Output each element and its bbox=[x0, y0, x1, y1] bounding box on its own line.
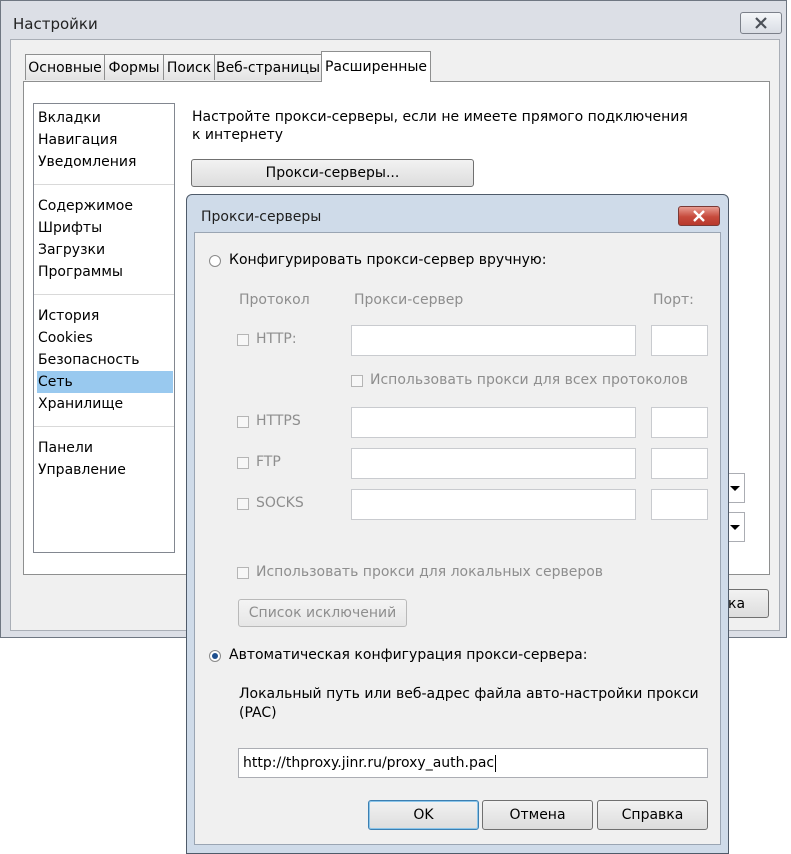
pac-description: Локальный путь или веб-адрес файла авто-… bbox=[239, 686, 699, 721]
ftp-port-field[interactable] bbox=[651, 448, 708, 479]
help-button[interactable]: Справка bbox=[597, 800, 708, 830]
http-checkbox[interactable] bbox=[237, 334, 249, 346]
category-item-downloads[interactable]: Загрузки bbox=[37, 239, 173, 261]
use-for-all-label: Использовать прокси для всех протоколов bbox=[370, 372, 689, 388]
socks-checkbox[interactable] bbox=[237, 498, 249, 510]
use-for-local-label: Использовать прокси для локальных сервер… bbox=[256, 564, 604, 580]
category-item-network[interactable]: Сеть bbox=[37, 371, 173, 393]
window-title: Настройки bbox=[13, 15, 98, 33]
category-item-navigation[interactable]: Навигация bbox=[37, 129, 173, 151]
network-description: Настройте прокси-серверы, если не имеете… bbox=[192, 109, 688, 143]
use-for-all-checkbox[interactable] bbox=[351, 375, 363, 387]
cancel-button[interactable]: Отмена bbox=[482, 800, 593, 830]
dialog-title: Прокси-серверы bbox=[201, 209, 322, 225]
proxy-servers-button[interactable]: Прокси-серверы... bbox=[191, 159, 474, 187]
category-divider bbox=[34, 426, 174, 427]
manual-proxy-radio[interactable] bbox=[209, 255, 221, 267]
category-divider bbox=[34, 294, 174, 295]
exceptions-list-button[interactable]: Список исключений bbox=[238, 599, 407, 627]
auto-proxy-label: Автоматическая конфигурация прокси-серве… bbox=[229, 647, 588, 663]
socks-port-field[interactable] bbox=[651, 489, 708, 520]
pac-url-field[interactable]: http://thproxy.jinr.ru/proxy_auth.pac bbox=[238, 748, 708, 778]
chevron-down-icon bbox=[730, 524, 740, 530]
dialog-client-area: Конфигурировать прокси-сервер вручную: П… bbox=[194, 232, 721, 845]
text-cursor bbox=[495, 754, 497, 772]
socks-label: SOCKS bbox=[256, 495, 304, 511]
radio-selected-dot bbox=[212, 653, 218, 659]
category-item-cookies[interactable]: Cookies bbox=[37, 327, 173, 349]
https-checkbox[interactable] bbox=[237, 416, 249, 428]
ftp-checkbox[interactable] bbox=[237, 457, 249, 469]
category-item-fonts[interactable]: Шрифты bbox=[37, 217, 173, 239]
category-item-programs[interactable]: Программы bbox=[37, 261, 173, 283]
tab-general[interactable]: Основные bbox=[25, 54, 105, 80]
ftp-label: FTP bbox=[256, 454, 281, 470]
category-item-management[interactable]: Управление bbox=[37, 459, 173, 481]
category-divider bbox=[34, 184, 174, 185]
category-item-storage[interactable]: Хранилище bbox=[37, 393, 173, 415]
https-port-field[interactable] bbox=[651, 407, 708, 438]
close-icon bbox=[755, 17, 767, 29]
socks-server-field[interactable] bbox=[351, 489, 636, 520]
ok-button[interactable]: OK bbox=[368, 800, 479, 830]
category-item-history[interactable]: История bbox=[37, 305, 173, 327]
http-label: HTTP: bbox=[256, 331, 297, 347]
use-for-local-checkbox[interactable] bbox=[237, 567, 249, 579]
proxy-dialog: Прокси-серверы Конфигурировать прокси-се… bbox=[186, 194, 729, 854]
chevron-down-icon bbox=[730, 485, 740, 491]
category-list[interactable]: Вкладки Навигация Уведомления Содержимое… bbox=[33, 103, 175, 553]
protocol-column-header: Протокол bbox=[239, 292, 310, 308]
tab-forms[interactable]: Формы bbox=[104, 54, 164, 80]
category-item-tabs[interactable]: Вкладки bbox=[37, 107, 173, 129]
tab-web-pages[interactable]: Веб-страницы bbox=[214, 54, 322, 80]
https-server-field[interactable] bbox=[351, 407, 636, 438]
http-port-field[interactable] bbox=[651, 325, 708, 356]
dialog-close-button[interactable] bbox=[678, 206, 720, 226]
https-label: HTTPS bbox=[256, 413, 301, 429]
pac-url-value: http://thproxy.jinr.ru/proxy_auth.pac bbox=[243, 755, 495, 771]
server-column-header: Прокси-сервер bbox=[354, 292, 464, 308]
category-item-content[interactable]: Содержимое bbox=[37, 195, 173, 217]
close-icon bbox=[693, 210, 705, 222]
close-button[interactable] bbox=[740, 12, 782, 34]
tab-search[interactable]: Поиск bbox=[163, 54, 215, 80]
manual-proxy-label: Конфигурировать прокси-сервер вручную: bbox=[229, 252, 547, 268]
category-item-notifications[interactable]: Уведомления bbox=[37, 151, 173, 173]
category-item-security[interactable]: Безопасность bbox=[37, 349, 173, 371]
http-server-field[interactable] bbox=[351, 325, 636, 356]
port-column-header: Порт: bbox=[653, 292, 694, 308]
auto-proxy-radio[interactable] bbox=[209, 650, 221, 662]
category-item-toolbars[interactable]: Панели bbox=[37, 437, 173, 459]
ftp-server-field[interactable] bbox=[351, 448, 636, 479]
tab-advanced[interactable]: Расширенные bbox=[321, 51, 431, 82]
